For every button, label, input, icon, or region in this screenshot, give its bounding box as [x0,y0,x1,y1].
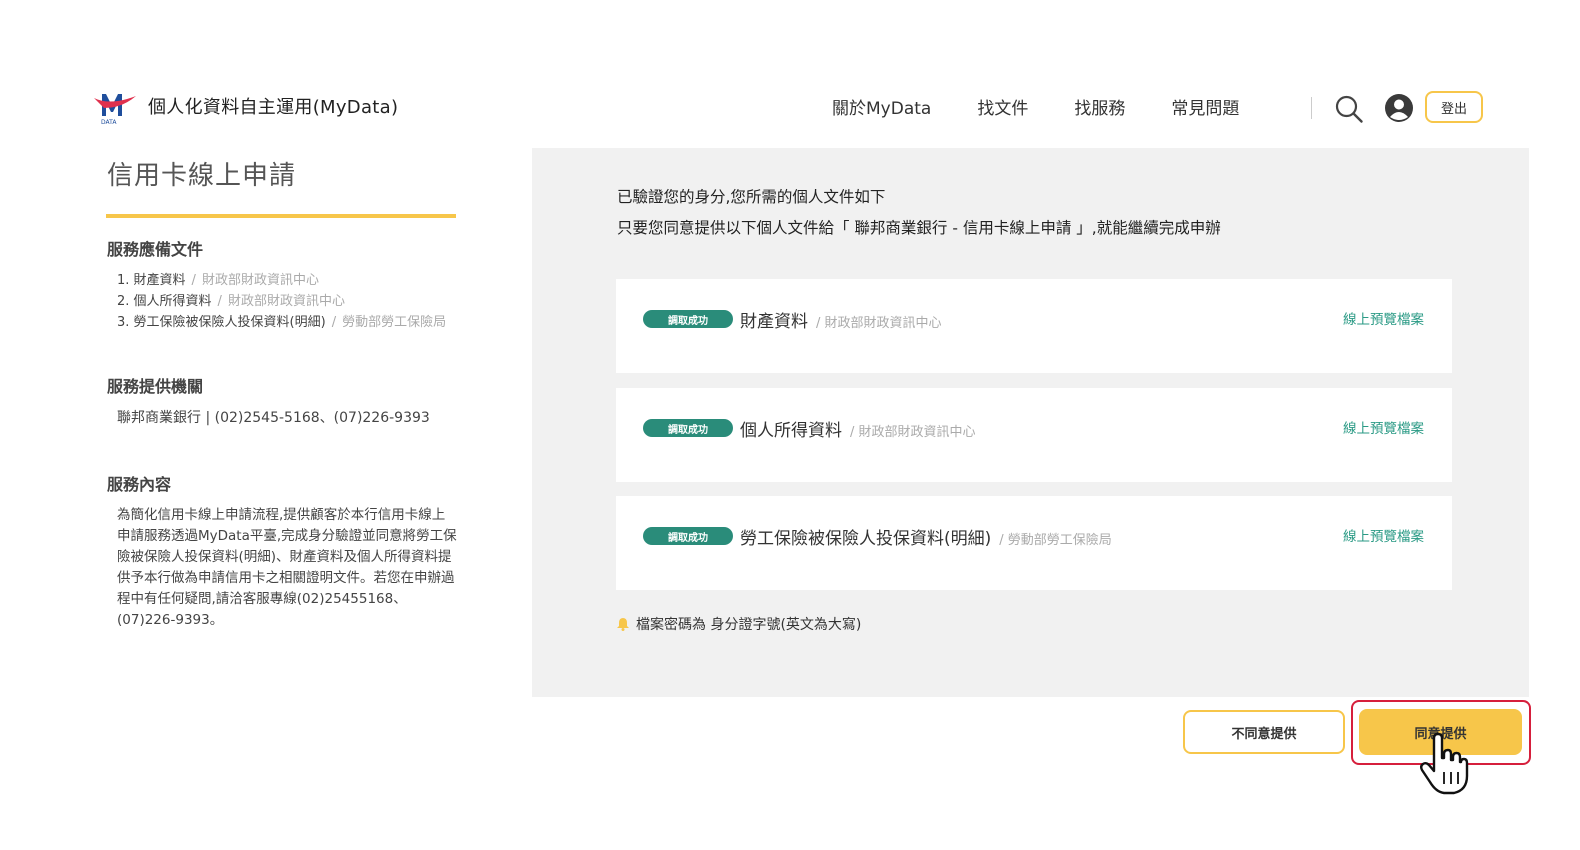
separator: / [331,315,337,330]
doc-card-name: 勞工保險被保險人投保資料(明細) [740,529,992,549]
preview-file-link[interactable]: 線上預覽檔案 [1343,525,1424,545]
intro-line-2: 只要您同意提供以下個人文件給「 聯邦商業銀行 - 信用卡線上申請 」,就能繼續完… [617,219,1221,237]
list-item: 2. 個人所得資料 / 財政部財政資訊中心 [117,291,457,312]
site-title: 個人化資料自主運用(MyData) [148,97,399,118]
main-nav: 關於MyData 找文件 找服務 常見問題 [832,94,1285,119]
separator: / [191,273,196,288]
doc-source: 財政部財政資訊中心 [227,294,345,309]
consent-panel: 已驗證您的身分,您所需的個人文件如下 只要您同意提供以下個人文件給「 聯邦商業銀… [532,148,1529,697]
doc-card-title: 個人所得資料 / 財政部財政資訊中心 [740,416,976,441]
logo-text: DATA [101,119,117,126]
preview-file-link[interactable]: 線上預覽檔案 [1343,308,1424,328]
doc-card-source: / 財政部財政資訊中心 [850,425,976,440]
doc-card: 調取成功 個人所得資料 / 財政部財政資訊中心 線上預覽檔案 [616,388,1452,482]
doc-card-title: 勞工保險被保險人投保資料(明細) / 勞動部勞工保險局 [740,524,1112,549]
doc-card-source: / 財政部財政資訊中心 [816,316,942,331]
provider-text: 聯邦商業銀行 | (02)2545-5168、(07)226-9393 [117,410,430,426]
disagree-button[interactable]: 不同意提供 [1183,710,1345,754]
provider-title: 服務提供機關 [107,377,204,396]
required-docs-list: 1. 財產資料 / 財政部財政資訊中心 2. 個人所得資料 / 財政部財政資訊中心 3.… [117,270,457,333]
separator: / [217,294,222,309]
mydata-logo-icon: DATA [94,94,136,126]
doc-name: 1. 財產資料 [117,273,186,288]
doc-card: 調取成功 勞工保險被保險人投保資料(明細) / 勞動部勞工保險局 線上預覽檔案 [616,496,1452,590]
service-content-section: 服務內容 為簡化信用卡線上申請流程,提供顧客於本行信用卡線上申請服務透過MyDa… [107,471,457,631]
nav-find-docs[interactable]: 找文件 [977,94,1028,119]
password-note: 檔案密碼為 身分證字號(英文為大寫) [616,614,861,634]
doc-card-name: 個人所得資料 [740,421,842,441]
doc-card-source: / 勞動部勞工保險局 [999,533,1112,548]
list-item: 1. 財產資料 / 財政部財政資訊中心 [117,270,457,291]
service-content-text: 為簡化信用卡線上申請流程,提供顧客於本行信用卡線上申請服務透過MyData平臺,… [117,507,457,628]
status-badge: 調取成功 [643,310,733,328]
doc-source: 勞動部勞工保險局 [342,315,447,330]
nav-find-services[interactable]: 找服務 [1074,94,1125,119]
bell-icon [617,618,629,631]
search-icon[interactable] [1334,94,1364,124]
service-info-panel: 信用卡線上申請 服務應備文件 1. 財產資料 / 財政部財政資訊中心 2. 個人所得… [106,155,457,631]
hand-cursor-icon [1420,732,1469,795]
required-docs-section: 服務應備文件 1. 財產資料 / 財政部財政資訊中心 2. 個人所得資料 / 財政部財政… [107,236,457,333]
logo[interactable]: DATA 個人化資料自主運用(MyData) [92,86,398,126]
intro-text: 已驗證您的身分,您所需的個人文件如下 只要您同意提供以下個人文件給「 聯邦商業銀… [617,182,1221,244]
service-content-title: 服務內容 [107,475,172,494]
status-badge: 調取成功 [643,527,733,545]
doc-name: 3. 勞工保險被保險人投保資料(明細) [117,315,326,330]
status-badge: 調取成功 [643,419,733,437]
preview-file-link[interactable]: 線上預覽檔案 [1343,417,1424,437]
required-docs-title: 服務應備文件 [107,240,204,259]
doc-source: 財政部財政資訊中心 [201,273,319,288]
provider-section: 服務提供機關 聯邦商業銀行 | (02)2545-5168、(07)226-93… [107,373,457,427]
doc-card: 調取成功 財產資料 / 財政部財政資訊中心 線上預覽檔案 [616,279,1452,373]
page-title: 信用卡線上申請 [107,161,297,191]
doc-card-name: 財產資料 [740,312,808,332]
nav-faq[interactable]: 常見問題 [1171,94,1239,119]
doc-name: 2. 個人所得資料 [117,294,212,309]
logout-button[interactable]: 登出 [1425,91,1483,123]
user-account-icon[interactable] [1384,93,1414,123]
intro-line-1: 已驗證您的身分,您所需的個人文件如下 [617,188,886,206]
password-note-text: 檔案密碼為 身分證字號(英文為大寫) [636,617,862,633]
doc-card-title: 財產資料 / 財政部財政資訊中心 [740,307,942,332]
nav-about[interactable]: 關於MyData [832,94,931,119]
nav-divider [1311,97,1312,119]
title-underline [106,214,456,218]
list-item: 3. 勞工保險被保險人投保資料(明細) / 勞動部勞工保險局 [117,312,457,333]
